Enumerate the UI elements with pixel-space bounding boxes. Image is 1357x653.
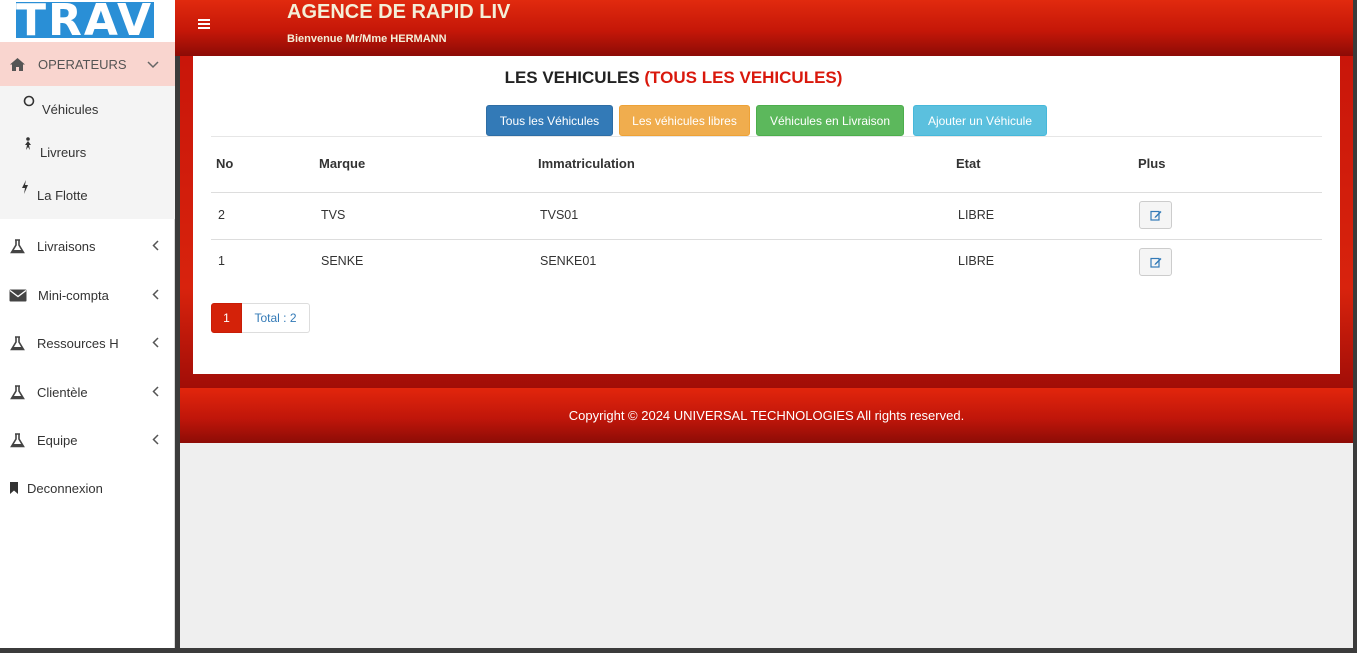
column-header-marque: Marque xyxy=(319,156,366,171)
sidebar-item-label: Ressources H xyxy=(37,335,119,351)
window-edge xyxy=(1353,0,1357,653)
pagination-total: Total : 2 xyxy=(242,303,310,333)
page-title: LES VEHICULES (TOUS LES VEHICULES) xyxy=(0,68,1347,88)
cell-no: 2 xyxy=(218,208,225,222)
sidebar-item-label: Clientèle xyxy=(37,384,88,400)
bolt-icon xyxy=(16,178,34,196)
delivering-vehicles-button[interactable]: Véhicules en Livraison xyxy=(756,105,904,136)
chevron-left-icon xyxy=(152,432,159,448)
cell-immatriculation: SENKE01 xyxy=(540,254,597,268)
column-header-plus: Plus xyxy=(1138,156,1166,171)
flask-icon xyxy=(8,334,26,352)
divider xyxy=(211,136,1322,137)
sidebar-item-label: Mini-compta xyxy=(38,287,109,303)
edit-icon xyxy=(1149,210,1161,221)
app-title: AGENCE DE RAPID LIV xyxy=(287,1,511,23)
edit-button[interactable] xyxy=(1139,248,1172,276)
person-icon xyxy=(19,135,37,153)
cell-etat: LIBRE xyxy=(958,254,995,268)
cell-no: 1 xyxy=(218,254,225,268)
sidebar-item-ressources-h[interactable]: Ressources H xyxy=(0,333,175,353)
footer-copyright: Copyright © 2024 UNIVERSAL TECHNOLOGIES … xyxy=(568,408,965,423)
free-vehicles-button[interactable]: Les véhicules libres xyxy=(619,105,750,136)
table-header-divider xyxy=(211,192,1322,193)
chevron-left-icon xyxy=(152,238,159,254)
sidebar-item-label: Deconnexion xyxy=(27,480,103,496)
sidebar-item-label: Livraisons xyxy=(37,238,96,254)
footer: Copyright © 2024 UNIVERSAL TECHNOLOGIES … xyxy=(180,388,1353,443)
sidebar-submenu: Véhicules Livreurs La Flotte xyxy=(0,86,175,219)
flask-icon xyxy=(8,383,26,401)
cell-marque: SENKE xyxy=(321,254,364,268)
sidebar-item-clientele[interactable]: Clientèle xyxy=(0,382,175,402)
logo: TRAV xyxy=(16,2,154,38)
add-vehicle-button[interactable]: Ajouter un Véhicule xyxy=(913,105,1047,136)
chevron-left-icon xyxy=(152,287,159,303)
logo-text: TRAV xyxy=(16,2,154,38)
column-header-etat: Etat xyxy=(956,156,981,171)
all-vehicles-button[interactable]: Tous les Véhicules xyxy=(486,105,613,136)
chevron-left-icon xyxy=(152,335,159,351)
sidebar-item-label: La Flotte xyxy=(37,188,88,203)
top-header: AGENCE DE RAPID LIV Bienvenue Mr/Mme HER… xyxy=(175,0,1353,56)
column-header-immatriculation: Immatriculation xyxy=(538,156,635,171)
edit-button[interactable] xyxy=(1139,201,1172,229)
logo-area[interactable]: TRAV xyxy=(0,0,175,42)
chevron-left-icon xyxy=(152,384,159,400)
page-title-filter: (TOUS LES VEHICULES) xyxy=(644,68,843,87)
flask-icon xyxy=(8,237,26,255)
window-edge xyxy=(0,648,1357,653)
cell-etat: LIBRE xyxy=(958,208,995,222)
cell-marque: TVS xyxy=(321,208,346,222)
sidebar-item-deconnexion[interactable]: Deconnexion xyxy=(0,478,175,498)
pagination-page-current[interactable]: 1 xyxy=(211,303,242,333)
sidebar-item-livraisons[interactable]: Livraisons xyxy=(0,236,175,256)
bookmark-icon xyxy=(5,479,23,497)
column-header-no: No xyxy=(216,156,234,171)
sidebar: TRAV OPERATEURS Véhicules Livreurs La Fl… xyxy=(0,0,175,653)
circle-icon xyxy=(20,92,38,110)
sidebar-item-label: Véhicules xyxy=(42,102,99,117)
edit-icon xyxy=(1149,257,1161,268)
sidebar-item-equipe[interactable]: Equipe xyxy=(0,430,175,450)
page-title-main: LES VEHICULES xyxy=(504,68,640,87)
sidebar-item-label: Livreurs xyxy=(40,145,87,160)
hamburger-icon[interactable] xyxy=(198,16,210,34)
sidebar-item-mini-compta[interactable]: Mini-compta xyxy=(0,285,175,305)
flask-icon xyxy=(8,431,26,449)
table-row-divider xyxy=(211,239,1322,240)
cell-immatriculation: TVS01 xyxy=(540,208,579,222)
welcome-text: Bienvenue Mr/Mme HERMANN xyxy=(287,33,447,45)
envelope-icon xyxy=(8,286,28,304)
sidebar-item-label: Equipe xyxy=(37,432,78,448)
